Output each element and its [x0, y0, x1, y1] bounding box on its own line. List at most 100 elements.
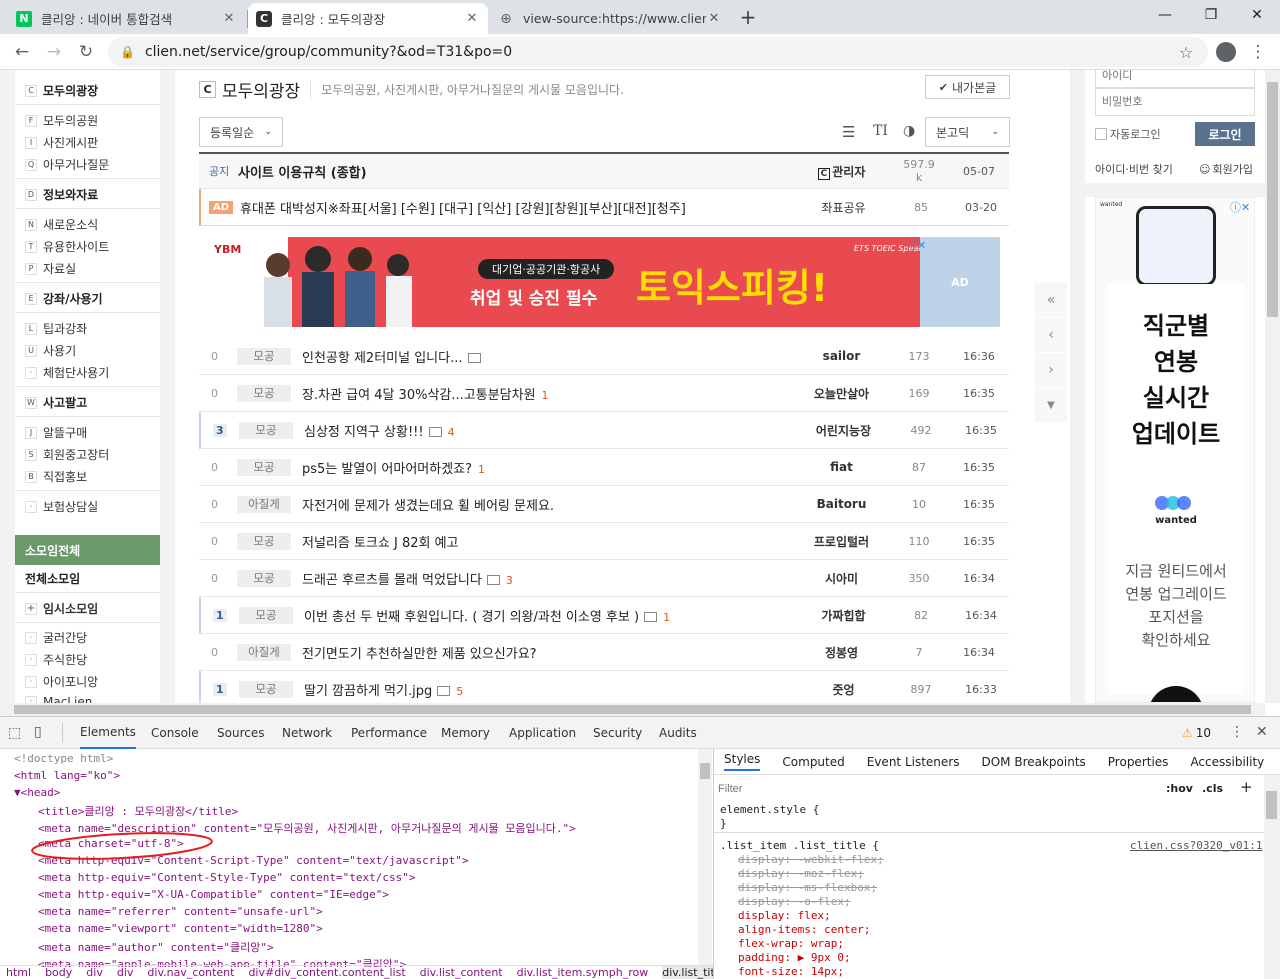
post-subject-wrap[interactable]: ps5는 발열이 어마어머하겠죠? 1 [302, 458, 485, 477]
post-subject-wrap[interactable]: 저널리즘 토크쇼 J 82회 예고 [302, 532, 459, 551]
table-row[interactable]: 3 모공 심상정 지역구 상황!!! 4 어린지능장 492 16:35 [199, 412, 1009, 449]
password-input[interactable] [1095, 88, 1255, 116]
code-line[interactable]: <meta name="author" content="클리앙"> [38, 939, 274, 955]
table-row[interactable]: 0 모공 저널리즘 토크쇼 J 82회 예고 프로입털러 110 16:35 [199, 523, 1009, 560]
address-bar[interactable]: 🔒 clien.net/service/group/community?&od=… [108, 37, 1208, 67]
adchoices-icon[interactable]: ⓘ✕ [906, 237, 926, 253]
minimize-button[interactable]: — [1142, 0, 1188, 30]
nav-group-modu[interactable]: C 모두의광장 [25, 82, 98, 99]
post-author[interactable]: Baitoru [799, 497, 884, 511]
ad-subject[interactable]: 휴대폰 대박성지※좌표[서울] [수원] [대구] [익산] [강원][창원][… [240, 198, 686, 217]
page-scrollbar[interactable] [1265, 70, 1280, 703]
list-view-icon[interactable]: ☰ [842, 123, 855, 141]
class-toggle[interactable]: .cls [1202, 782, 1223, 795]
breadcrumb-item[interactable]: div.list_content [420, 966, 503, 979]
tab-clien-community[interactable]: C 클리앙 : 모두의광장 ✕ [248, 3, 488, 34]
post-author[interactable]: 어린지능장 [801, 422, 886, 439]
code-line[interactable]: <meta name="referrer" content="unsafe-ur… [38, 905, 323, 918]
tab-naver-search[interactable]: N 클리앙 : 네이버 통합검색 ✕ [8, 3, 245, 34]
breadcrumb-item[interactable]: div.nav_content [147, 966, 234, 979]
css-declaration[interactable]: align-items: center; [738, 923, 870, 936]
warnings-counter[interactable]: ⚠ 10 [1182, 726, 1211, 740]
post-author[interactable]: sailor [799, 349, 884, 363]
css-declaration[interactable]: font-size: 14px; [738, 965, 844, 978]
devtools-tab-performance[interactable]: Performance [351, 717, 427, 749]
nav-item-archive[interactable]: P 자료실 [25, 260, 76, 277]
font-size-icon[interactable]: TI [873, 123, 888, 139]
table-row[interactable]: 1 모공 딸기 깜끔하게 먹기.jpg 5 줏엉 897 16:33 [199, 671, 1009, 703]
post-subject-wrap[interactable]: 이번 총선 두 번째 후원입니다. ( 경기 의왕/과천 이소영 후보 ) 1 [304, 606, 670, 625]
nav-item-park[interactable]: F 모두의공원 [25, 112, 98, 129]
devtools-menu-icon[interactable]: ⋮ [1230, 724, 1244, 740]
elements-scrollbar[interactable] [698, 749, 712, 967]
table-row[interactable]: 0 아질게 전기면도기 추천하실만한 제품 있으신가요? 정봉영 7 16:34 [199, 634, 1009, 671]
code-line[interactable]: <html lang="ko"> [14, 769, 120, 782]
css-selector[interactable]: .list_item .list_title { [720, 839, 879, 852]
table-row[interactable]: 0 모공 ps5는 발열이 어마어머하겠죠? 1 fiat 87 16:35 [199, 449, 1009, 486]
nav-somoim-item[interactable]: · 굴러간당 [25, 629, 87, 646]
new-tab-button[interactable]: + [736, 5, 760, 29]
add-rule-icon[interactable]: + [1240, 778, 1253, 796]
category-tag[interactable]: 모공 [239, 680, 293, 698]
css-declaration[interactable]: padding: ▶ 9px 0; [738, 951, 851, 964]
auto-login-checkbox[interactable]: 자동로그인 [1095, 126, 1161, 142]
nav-item-news[interactable]: N 새로운소식 [25, 216, 98, 233]
id-input[interactable] [1095, 70, 1255, 88]
breadcrumb-item[interactable]: div [117, 966, 134, 979]
post-subject-wrap[interactable]: 심상정 지역구 상황!!! 4 [304, 421, 455, 440]
nav-group-info[interactable]: D 정보와자료 [25, 186, 98, 203]
devtools-close-icon[interactable]: ✕ [1256, 724, 1268, 740]
post-author[interactable]: 정봉영 [799, 644, 884, 661]
nav-item-question[interactable]: Q 아무거나질문 [25, 156, 109, 173]
breadcrumb-item[interactable]: div#div_content.content_list [248, 966, 405, 979]
css-declaration[interactable]: display: -webkit-flex; [738, 853, 884, 866]
styles-tab[interactable]: Styles [724, 752, 761, 771]
post-subject-wrap[interactable]: 드래곤 후르츠를 몰래 먹었답니다 3 [302, 569, 513, 588]
code-line[interactable]: ▼<head> [14, 786, 60, 799]
event-listeners-tab[interactable]: Event Listeners [867, 755, 960, 769]
css-declaration[interactable]: display: -ms-flexbox; [738, 881, 877, 894]
toeic-banner[interactable]: YBM 대기업·공공기관·항공사 취업 및 승진 필수 토익스피킹! ETS T… [208, 237, 1000, 327]
category-tag[interactable]: 모공 [237, 347, 291, 365]
nav-item-used-market[interactable]: S 회원중고장터 [25, 446, 109, 463]
devtools-tab-network[interactable]: Network [282, 717, 332, 749]
properties-tab[interactable]: Properties [1108, 755, 1169, 769]
post-author[interactable]: 시아미 [799, 570, 884, 587]
nav-item-trial[interactable]: · 체험단사용기 [25, 364, 109, 381]
nav-temp-somoim[interactable]: + 임시소모임 [25, 600, 98, 617]
next-page-button[interactable]: › [1035, 353, 1067, 387]
nav-somoim-item[interactable]: · 주식한당 [25, 651, 87, 668]
nav-somoim-all[interactable]: 전체소모임 [25, 570, 80, 587]
font-select[interactable]: 본고딕 ⌄ [925, 117, 1010, 147]
adchoices-icon[interactable]: ⓘ✕ [1230, 199, 1250, 215]
notice-subject[interactable]: 사이트 이용규칙 (종합) [238, 162, 367, 181]
horizontal-scrollbar[interactable] [0, 703, 1265, 716]
nav-item-useful-sites[interactable]: T 유용한사이트 [25, 238, 109, 255]
code-line[interactable]: <meta name="viewport" content="width=128… [38, 922, 323, 935]
profile-button[interactable] [1212, 38, 1240, 66]
nav-group-market[interactable]: W 사고팔고 [25, 394, 87, 411]
devtools-tab-console[interactable]: Console [151, 717, 199, 749]
scrollbar-thumb[interactable] [1267, 82, 1278, 317]
forward-button[interactable]: → [40, 38, 68, 66]
nav-item-tips[interactable]: L 팁과강좌 [25, 320, 87, 337]
breadcrumb-item[interactable]: div [86, 966, 103, 979]
devtools-tab-elements[interactable]: Elements [80, 717, 136, 749]
somoim-header[interactable]: 소모임전체 [15, 535, 160, 565]
accessibility-tab[interactable]: Accessibility [1190, 755, 1264, 769]
table-row[interactable]: 0 모공 인천공항 제2터미널 입니다... sailor 173 16:36 [199, 338, 1009, 375]
post-author[interactable]: 가짜힙합 [801, 607, 886, 624]
post-author[interactable]: 오늘만살아 [799, 385, 884, 402]
hover-state-toggle[interactable]: :hov [1166, 782, 1193, 795]
styles-scrollbar[interactable] [1264, 775, 1280, 979]
css-declaration[interactable]: display: flex; [738, 909, 831, 922]
post-author[interactable]: 프로입털러 [799, 533, 884, 550]
category-tag[interactable]: 모공 [237, 532, 291, 550]
notice-author[interactable]: C 관리자 [799, 163, 884, 180]
table-row[interactable]: 0 아질게 자전거에 문제가 생겼는데요 휠 베어링 문제요. Baitoru 10 16… [199, 486, 1009, 523]
breadcrumb-item[interactable]: div.list_item.symph_row [517, 966, 649, 979]
tab-view-source[interactable]: ⊕ view-source:https://www.clien.ne ✕ [490, 3, 730, 34]
menu-kebab-icon[interactable]: ⋮ [1244, 38, 1272, 66]
close-icon[interactable]: ✕ [221, 11, 237, 26]
bookmark-star-icon[interactable]: ☆ [1172, 38, 1200, 66]
